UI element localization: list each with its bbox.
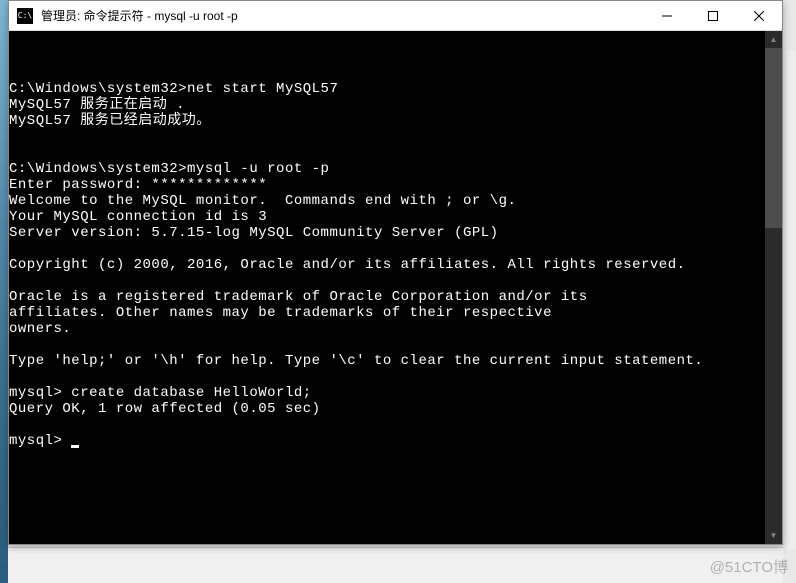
terminal-area[interactable]: C:\Windows\system32>net start MySQL57MyS… (9, 31, 782, 544)
terminal-line: MySQL57 服务已经启动成功。 (9, 113, 782, 129)
terminal-line (9, 145, 782, 161)
close-button[interactable] (736, 2, 782, 30)
terminal-line (9, 273, 782, 289)
terminal-line: affiliates. Other names may be trademark… (9, 305, 782, 321)
scrollbar[interactable]: ▲ ▼ (765, 31, 782, 544)
scroll-up-button[interactable]: ▲ (765, 31, 782, 48)
close-icon (754, 11, 764, 21)
terminal-line: MySQL57 服务正在启动 . (9, 97, 782, 113)
maximize-button[interactable] (690, 2, 736, 30)
scrollbar-thumb[interactable] (765, 48, 782, 228)
cmd-icon: C:\ (17, 8, 33, 24)
terminal-line (9, 369, 782, 385)
terminal-line: Type 'help;' or '\h' for help. Type '\c'… (9, 353, 782, 369)
terminal-line (9, 33, 782, 49)
terminal-line: Enter password: ************* (9, 177, 782, 193)
scroll-down-button[interactable]: ▼ (765, 527, 782, 544)
left-edge-strip (0, 0, 8, 583)
terminal-line: Query OK, 1 row affected (0.05 sec) (9, 401, 782, 417)
titlebar[interactable]: C:\ 管理员: 命令提示符 - mysql -u root -p (9, 1, 782, 31)
minimize-button[interactable] (644, 2, 690, 30)
terminal-line: C:\Windows\system32>mysql -u root -p (9, 161, 782, 177)
terminal-line (9, 241, 782, 257)
terminal-line: Welcome to the MySQL monitor. Commands e… (9, 193, 782, 209)
watermark: @51CTO博 (710, 556, 788, 577)
window-title: 管理员: 命令提示符 - mysql -u root -p (41, 7, 644, 24)
terminal-line: Server version: 5.7.15-log MySQL Communi… (9, 225, 782, 241)
terminal-line (9, 337, 782, 353)
right-edge-content (786, 50, 796, 550)
window-controls (644, 2, 782, 30)
terminal-line: mysql> create database HelloWorld; (9, 385, 782, 401)
terminal-line (9, 417, 782, 433)
terminal-line: Copyright (c) 2000, 2016, Oracle and/or … (9, 257, 782, 273)
bottom-window-edge (8, 547, 783, 583)
terminal-line: Your MySQL connection id is 3 (9, 209, 782, 225)
terminal-line: owners. (9, 321, 782, 337)
maximize-icon (708, 11, 718, 21)
minimize-icon (662, 11, 672, 21)
terminal-line (9, 129, 782, 145)
terminal-line: mysql> (9, 433, 782, 449)
terminal-line: Oracle is a registered trademark of Orac… (9, 289, 782, 305)
cmd-window: C:\ 管理员: 命令提示符 - mysql -u root -p C:\Win… (8, 0, 783, 545)
cursor (71, 445, 79, 448)
terminal-line (9, 49, 782, 65)
terminal-line (9, 65, 782, 81)
terminal-line: C:\Windows\system32>net start MySQL57 (9, 81, 782, 97)
